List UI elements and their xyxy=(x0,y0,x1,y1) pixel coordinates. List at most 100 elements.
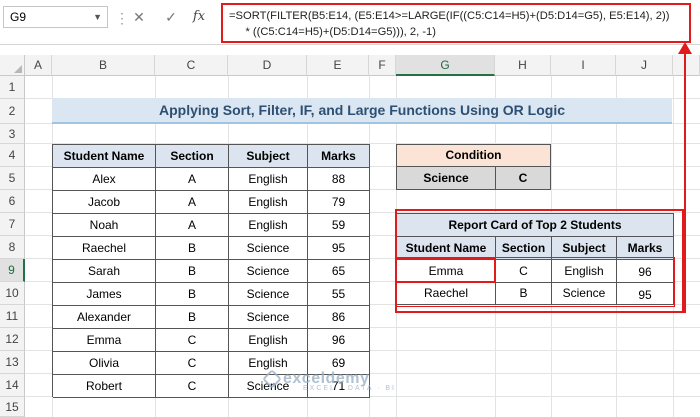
student-table: Student Name Section Subject Marks Alex … xyxy=(52,144,370,398)
column-header-a[interactable]: A xyxy=(25,55,52,76)
grip-icon: ⋮ xyxy=(115,10,129,26)
formula-line-1: =SORT(FILTER(B5:E14, (E5:E14>=LARGE(IF((… xyxy=(229,10,670,22)
column-header-g[interactable]: G xyxy=(396,55,495,76)
report-cell-section[interactable]: C xyxy=(496,260,552,283)
table-cell-section[interactable]: B xyxy=(156,237,229,260)
table-cell-name[interactable]: Jacob xyxy=(53,191,156,214)
table-cell-name[interactable]: Noah xyxy=(53,214,156,237)
row-header-12[interactable]: 12 xyxy=(0,328,25,351)
report-header-section[interactable]: Section xyxy=(496,237,552,260)
row-header-6[interactable]: 6 xyxy=(0,190,25,213)
row-header-8[interactable]: 8 xyxy=(0,236,25,259)
table-cell-name[interactable]: Alexander xyxy=(53,306,156,329)
table-cell-subject[interactable]: English xyxy=(229,214,308,237)
row-header-15[interactable]: 15 xyxy=(0,397,25,417)
column-header-j[interactable]: J xyxy=(616,55,673,76)
table-cell-marks[interactable]: 86 xyxy=(308,306,370,329)
table-cell-marks[interactable]: 59 xyxy=(308,214,370,237)
table-cell-subject[interactable]: Science xyxy=(229,237,308,260)
column-header-h[interactable]: H xyxy=(495,55,551,76)
report-cell-subject[interactable]: Science xyxy=(552,283,617,305)
table-header-subject[interactable]: Subject xyxy=(229,145,308,168)
report-cell-subject[interactable]: English xyxy=(552,260,617,283)
sheet-title[interactable]: Applying Sort, Filter, IF, and Large Fun… xyxy=(52,98,672,124)
column-header-c[interactable]: C xyxy=(155,55,228,76)
table-cell-name[interactable]: Olivia xyxy=(53,352,156,375)
table-cell-subject[interactable]: Science xyxy=(229,306,308,329)
row-header-2[interactable]: 2 xyxy=(0,99,25,124)
table-cell-marks[interactable]: 88 xyxy=(308,168,370,191)
table-cell-marks[interactable]: 96 xyxy=(308,329,370,352)
name-box[interactable]: G9 ▼ xyxy=(3,6,108,28)
table-cell-subject[interactable]: English xyxy=(229,191,308,214)
row-header-14[interactable]: 14 xyxy=(0,374,25,397)
select-all-corner[interactable] xyxy=(0,55,25,76)
table-cell-marks[interactable]: 55 xyxy=(308,283,370,306)
column-header-e[interactable]: E xyxy=(307,55,369,76)
column-header-d[interactable]: D xyxy=(228,55,307,76)
report-header-student-name[interactable]: Student Name xyxy=(397,237,496,260)
table-cell-section[interactable]: C xyxy=(156,329,229,352)
report-cell-name[interactable]: Emma xyxy=(397,260,496,283)
table-cell-section[interactable]: B xyxy=(156,260,229,283)
report-card-table: Report Card of Top 2 Students Student Na… xyxy=(396,213,674,305)
report-cell-name[interactable]: Raechel xyxy=(397,283,496,305)
table-cell-marks[interactable]: 95 xyxy=(308,237,370,260)
table-cell-name[interactable]: Emma xyxy=(53,329,156,352)
report-cell-marks[interactable]: 95 xyxy=(617,283,674,305)
report-cell-marks[interactable]: 96 xyxy=(617,260,674,283)
table-cell-section[interactable]: B xyxy=(156,306,229,329)
row-header-7[interactable]: 7 xyxy=(0,213,25,236)
table-cell-subject[interactable]: English xyxy=(229,168,308,191)
table-cell-section[interactable]: A xyxy=(156,191,229,214)
column-header-f[interactable]: F xyxy=(369,55,396,76)
row-header-13[interactable]: 13 xyxy=(0,351,25,374)
row-header-11[interactable]: 11 xyxy=(0,305,25,328)
formula-line-2: * ((C5:C14=H5)+(D5:D14=G5))), 2, -1) xyxy=(245,26,436,38)
table-header-marks[interactable]: Marks xyxy=(308,145,370,168)
callout-arrow xyxy=(684,50,686,313)
table-header-section[interactable]: Section xyxy=(156,145,229,168)
exceldemy-watermark: exceldemy EXCEL · DATA · BI xyxy=(262,369,396,392)
row-header-9[interactable]: 9 xyxy=(0,259,25,282)
table-cell-subject[interactable]: English xyxy=(229,329,308,352)
name-box-value: G9 xyxy=(10,10,27,24)
table-cell-name[interactable]: Robert xyxy=(53,375,156,398)
table-cell-section[interactable]: A xyxy=(156,168,229,191)
row-header-3[interactable]: 3 xyxy=(0,124,25,144)
row-header-5[interactable]: 5 xyxy=(0,167,25,190)
report-header-subject[interactable]: Subject xyxy=(552,237,617,260)
row-header-4[interactable]: 4 xyxy=(0,144,25,167)
table-cell-name[interactable]: Sarah xyxy=(53,260,156,283)
condition-table: Condition Science C xyxy=(396,144,551,190)
report-header-marks[interactable]: Marks xyxy=(617,237,674,260)
report-card-title[interactable]: Report Card of Top 2 Students xyxy=(397,214,674,237)
table-cell-section[interactable]: A xyxy=(156,214,229,237)
table-cell-subject[interactable]: Science xyxy=(229,260,308,283)
formula-input[interactable]: =SORT(FILTER(B5:E14, (E5:E14>=LARGE(IF((… xyxy=(221,3,691,43)
row-header-1[interactable]: 1 xyxy=(0,76,25,99)
column-header-i[interactable]: I xyxy=(551,55,616,76)
x-icon[interactable]: ✕ xyxy=(128,6,150,28)
table-cell-marks[interactable]: 79 xyxy=(308,191,370,214)
table-cell-name[interactable]: Alex xyxy=(53,168,156,191)
column-header-k[interactable] xyxy=(673,55,700,76)
row-header-10[interactable]: 10 xyxy=(0,282,25,305)
table-cell-marks[interactable]: 65 xyxy=(308,260,370,283)
table-cell-subject[interactable]: Science xyxy=(229,283,308,306)
table-cell-section[interactable]: B xyxy=(156,283,229,306)
table-header-student-name[interactable]: Student Name xyxy=(53,145,156,168)
report-cell-section[interactable]: B xyxy=(496,283,552,305)
check-icon[interactable]: ✓ xyxy=(160,6,182,28)
condition-header[interactable]: Condition xyxy=(397,145,551,167)
table-cell-section[interactable]: C xyxy=(156,352,229,375)
formula-bar: G9 ▼ ⋮ ✕ ✓ fx =SORT(FILTER(B5:E14, (E5:E… xyxy=(0,0,700,45)
insert-function-button[interactable]: fx xyxy=(188,6,210,28)
condition-section-cell[interactable]: C xyxy=(496,167,551,190)
table-cell-name[interactable]: James xyxy=(53,283,156,306)
column-header-b[interactable]: B xyxy=(52,55,155,76)
table-cell-section[interactable]: C xyxy=(156,375,229,398)
chevron-down-icon[interactable]: ▼ xyxy=(93,7,102,27)
table-cell-name[interactable]: Raechel xyxy=(53,237,156,260)
condition-subject-cell[interactable]: Science xyxy=(397,167,496,190)
